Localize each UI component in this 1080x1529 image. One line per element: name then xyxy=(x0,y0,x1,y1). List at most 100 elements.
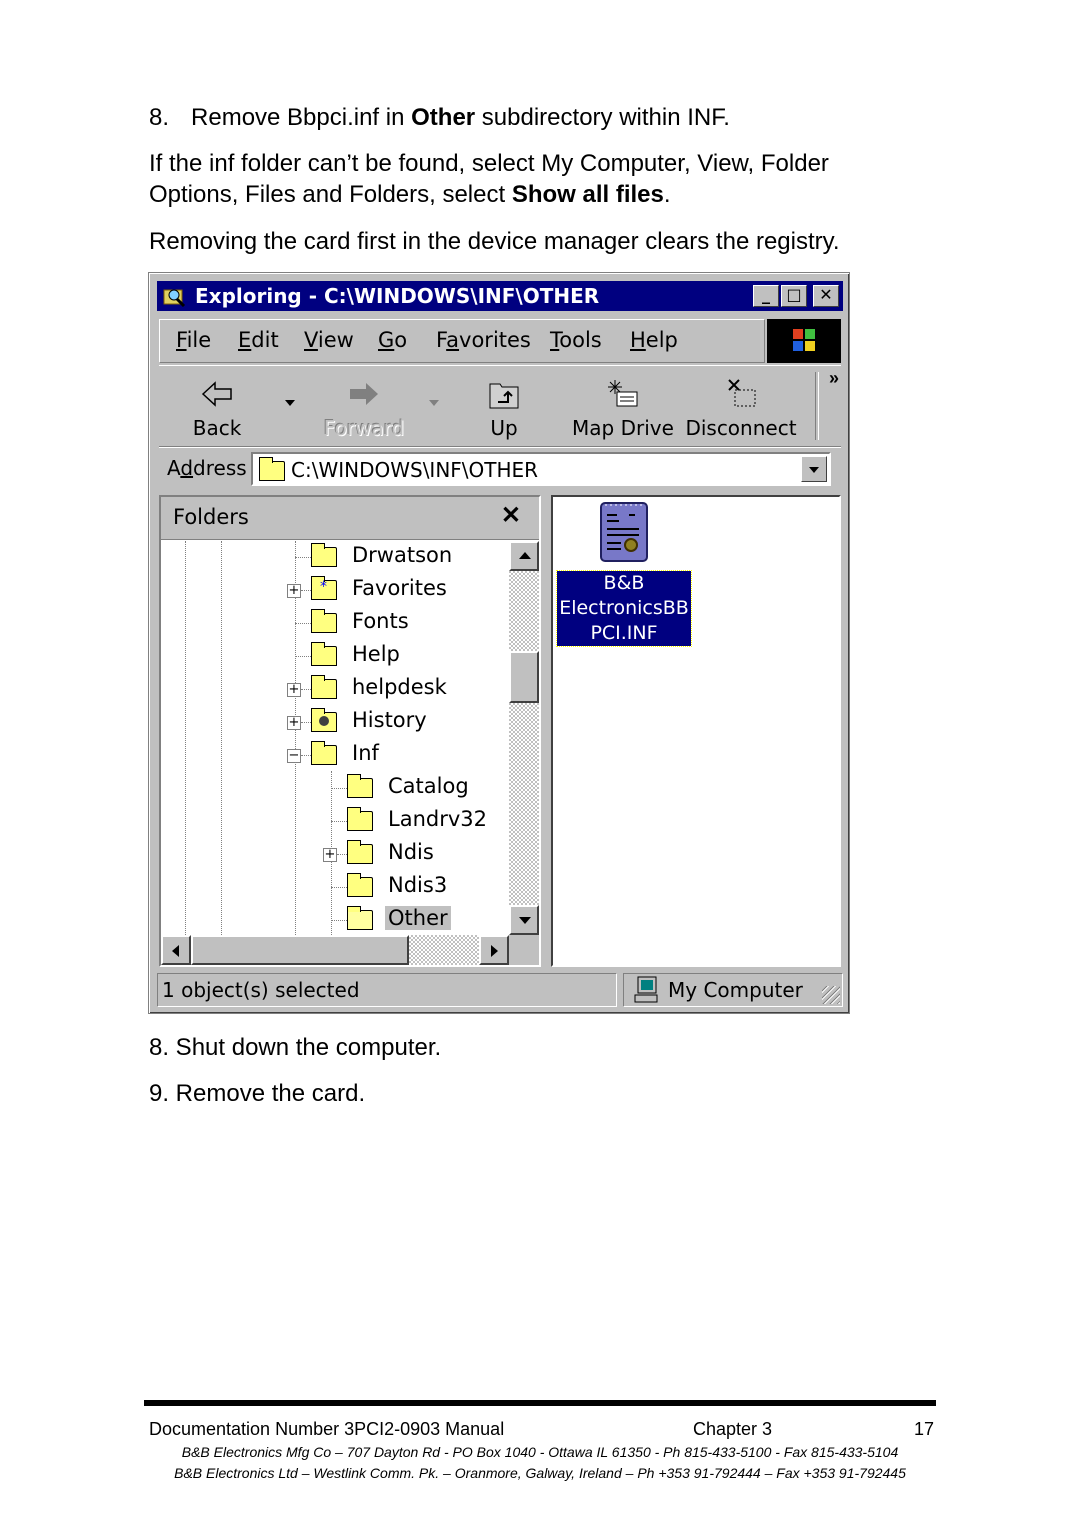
tree-item-label: Ndis3 xyxy=(388,873,448,897)
menu-help[interactable]: Help xyxy=(630,328,678,352)
collapse-icon[interactable]: − xyxy=(287,749,301,763)
folder-icon xyxy=(311,609,337,633)
minimize-button[interactable]: _ xyxy=(753,285,779,307)
expand-icon[interactable]: + xyxy=(287,716,301,730)
step-remove-card: 9. Remove the card. xyxy=(149,1080,366,1107)
window-title: Exploring - C:\WINDOWS\INF\OTHER xyxy=(195,284,600,308)
forward-button[interactable]: Forward xyxy=(309,366,419,446)
folders-pane-title: Folders xyxy=(173,505,249,529)
toolbar-separator xyxy=(815,372,819,440)
file-name-line: PCI.INF xyxy=(590,622,658,644)
paragraph-folder-options-line1: If the inf folder can’t be found, select… xyxy=(149,150,829,177)
folders-pane-header: Folders ✕ xyxy=(161,497,539,540)
footer-doc-number: Documentation Number 3PCI2-0903 Manual xyxy=(149,1419,505,1439)
tree-branch xyxy=(295,557,311,558)
folders-pane: Folders ✕ Drwatson + * Favorites Fonts H… xyxy=(159,495,541,967)
up-folder-icon xyxy=(489,383,519,409)
step-text-end: subdirectory within INF. xyxy=(475,104,730,131)
scroll-up-button[interactable] xyxy=(509,541,539,571)
tree-guide xyxy=(221,541,222,935)
file-name-line: B&B xyxy=(603,572,645,594)
tree-item-label: History xyxy=(352,708,427,732)
accel: T xyxy=(550,328,560,352)
disconnect-button[interactable]: Disconnect xyxy=(685,366,797,446)
menu-file[interactable]: File xyxy=(176,328,211,352)
menu-label: dit xyxy=(251,328,279,352)
folder-icon xyxy=(347,873,373,897)
map-drive-icon xyxy=(608,380,638,407)
tree-guide xyxy=(185,541,186,935)
footer-rule xyxy=(144,1400,936,1406)
scroll-thumb[interactable] xyxy=(509,651,539,703)
folders-pane-close-icon[interactable]: ✕ xyxy=(501,501,521,530)
bold-other: Other xyxy=(411,104,476,131)
up-button[interactable]: Up xyxy=(469,366,539,446)
my-computer-icon xyxy=(634,976,658,1003)
close-icon: ✕ xyxy=(819,285,833,304)
folder-icon xyxy=(311,642,337,666)
paragraph-registry: Removing the card first in the device ma… xyxy=(149,228,840,255)
folder-icon xyxy=(347,840,373,864)
back-dropdown-icon[interactable] xyxy=(285,400,295,406)
menu-label: elp xyxy=(645,328,678,352)
text: dress xyxy=(193,456,247,480)
folders-vertical-scrollbar[interactable] xyxy=(509,541,539,935)
title-bar[interactable]: Exploring - C:\WINDOWS\INF\OTHER _ □ ✕ xyxy=(157,281,843,311)
folder-icon xyxy=(347,807,373,831)
toolbar: Back Forward Up Map Drive Disconnect » xyxy=(159,365,841,447)
forward-dropdown-icon[interactable] xyxy=(429,400,439,406)
tree-branch xyxy=(301,590,311,591)
accel: E xyxy=(238,328,252,352)
scroll-thumb[interactable] xyxy=(191,935,409,965)
address-value: C:\WINDOWS\INF\OTHER xyxy=(291,458,539,482)
accel: F xyxy=(176,328,187,352)
map-drive-button[interactable]: Map Drive xyxy=(571,366,675,446)
file-name-label: B&B ElectronicsBB PCI.INF xyxy=(556,570,692,647)
tree-branch xyxy=(301,689,311,690)
address-input[interactable]: C:\WINDOWS\INF\OTHER xyxy=(251,452,831,486)
bold-show-all-files: Show all files xyxy=(511,181,664,208)
scroll-left-button[interactable] xyxy=(161,935,191,965)
status-bar: 1 object(s) selected My Computer xyxy=(157,973,843,1007)
footer-address-ireland: B&B Electronics Ltd – Westlink Comm. Pk.… xyxy=(174,1465,906,1481)
more-chevron-icon[interactable]: » xyxy=(829,368,839,389)
tree-guide xyxy=(295,541,296,935)
step-remove-bbpci: 8. Remove Bbpci.inf in Other subdirectory… xyxy=(149,102,730,133)
forward-label: Forward xyxy=(323,416,405,440)
scroll-right-button[interactable] xyxy=(479,935,509,965)
address-bar: Address C:\WINDOWS\INF\OTHER xyxy=(159,447,841,490)
menu-label: ile xyxy=(186,328,212,352)
expand-icon[interactable]: + xyxy=(287,683,301,697)
footer-chapter: Chapter 3 xyxy=(693,1419,773,1439)
tree-branch xyxy=(295,656,311,657)
disconnect-label: Disconnect xyxy=(685,416,797,440)
step-number: 8. xyxy=(149,104,170,131)
tree-branch xyxy=(301,722,311,723)
file-name-line: ElectronicsBB xyxy=(559,597,689,619)
menu-label: iew xyxy=(317,328,354,352)
step-text: Remove Bbpci.inf in xyxy=(191,104,412,131)
maximize-button[interactable]: □ xyxy=(781,285,807,307)
disconnect-icon xyxy=(728,379,756,407)
menu-tools[interactable]: Tools xyxy=(550,328,602,352)
expand-icon[interactable]: + xyxy=(323,848,337,862)
tree-item-label: Inf xyxy=(352,741,379,765)
menu-view[interactable]: View xyxy=(304,328,354,352)
tree-item-label: helpdesk xyxy=(352,675,447,699)
scroll-down-button[interactable] xyxy=(509,905,539,935)
close-button[interactable]: ✕ xyxy=(813,285,839,307)
expand-icon[interactable]: + xyxy=(287,584,301,598)
back-arrow-icon xyxy=(201,381,232,407)
tree-branch xyxy=(331,788,347,789)
address-dropdown-button[interactable] xyxy=(801,456,827,482)
address-label: Address xyxy=(167,456,247,480)
folders-horizontal-scrollbar[interactable] xyxy=(161,935,509,965)
menu-favorites[interactable]: Favorites xyxy=(436,328,531,352)
map-drive-label: Map Drive xyxy=(572,416,674,440)
resize-grip[interactable] xyxy=(822,986,840,1004)
forward-arrow-icon xyxy=(350,383,378,405)
back-button[interactable]: Back xyxy=(177,366,257,446)
menu-go[interactable]: Go xyxy=(378,328,407,352)
scroll-corner xyxy=(509,935,539,965)
menu-edit[interactable]: Edit xyxy=(238,328,279,352)
